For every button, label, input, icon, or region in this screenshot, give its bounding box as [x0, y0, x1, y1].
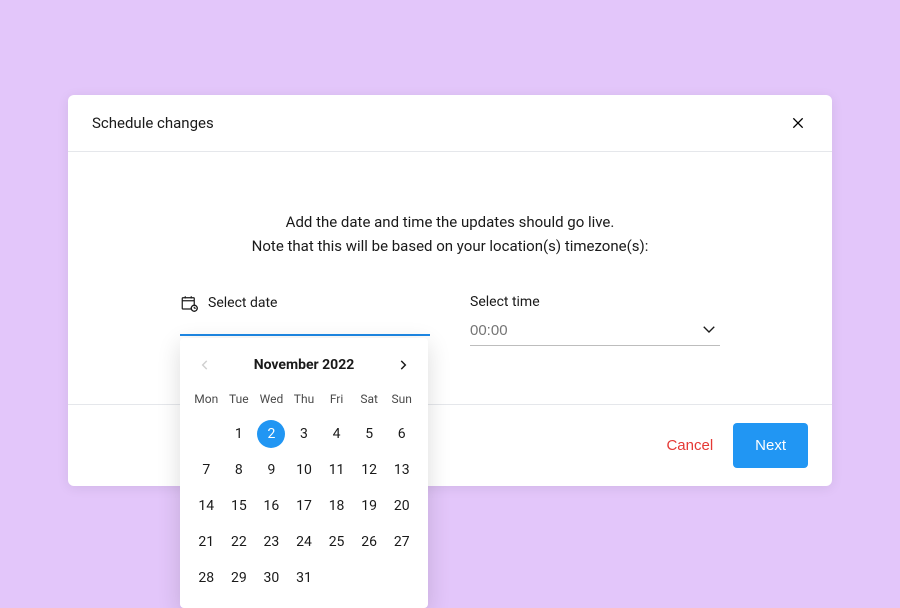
calendar-empty-cell: [192, 420, 220, 448]
calendar-day[interactable]: 28: [192, 564, 220, 592]
modal-body: Add the date and time the updates should…: [68, 152, 832, 404]
calendar-day[interactable]: 6: [388, 420, 416, 448]
calendar-day[interactable]: 30: [257, 564, 285, 592]
calendar-day[interactable]: 27: [388, 528, 416, 556]
calendar-day[interactable]: 26: [355, 528, 383, 556]
calendar-day[interactable]: 12: [355, 456, 383, 484]
calendar-day[interactable]: 13: [388, 456, 416, 484]
calendar-day[interactable]: 4: [323, 420, 351, 448]
calendar-weekday: Fri: [320, 386, 353, 412]
calendar-day[interactable]: 17: [290, 492, 318, 520]
date-input[interactable]: [180, 334, 430, 336]
calendar-weekday: Wed: [255, 386, 288, 412]
time-field: Select time: [470, 294, 720, 346]
time-input-wrapper: [470, 318, 720, 346]
chevron-right-icon: [396, 358, 410, 372]
calendar-weekday: Sun: [385, 386, 418, 412]
calendar-weekday: Thu: [288, 386, 321, 412]
calendar-day[interactable]: 21: [192, 528, 220, 556]
calendar-day[interactable]: 22: [225, 528, 253, 556]
instruction-line-2: Note that this will be based on your loc…: [108, 234, 792, 258]
calendar-header: November 2022: [190, 350, 418, 386]
date-label-row: Select date: [180, 294, 430, 312]
time-input[interactable]: [470, 318, 720, 346]
calendar-next-button[interactable]: [392, 354, 414, 376]
date-label: Select date: [208, 295, 277, 311]
calendar-day[interactable]: 2: [257, 420, 285, 448]
calendar-day[interactable]: 11: [323, 456, 351, 484]
instruction-line-1: Add the date and time the updates should…: [108, 210, 792, 234]
date-field: Select date November 2022 MonTueWedTh: [180, 294, 430, 336]
calendar-day[interactable]: 25: [323, 528, 351, 556]
cancel-button[interactable]: Cancel: [662, 427, 717, 464]
calendar-weekday: Mon: [190, 386, 223, 412]
close-icon: [790, 115, 806, 131]
schedule-changes-modal: Schedule changes Add the date and time t…: [68, 95, 832, 486]
calendar-day[interactable]: 16: [257, 492, 285, 520]
calendar-day[interactable]: 7: [192, 456, 220, 484]
calendar-day[interactable]: 15: [225, 492, 253, 520]
calendar-day[interactable]: 3: [290, 420, 318, 448]
calendar-day[interactable]: 5: [355, 420, 383, 448]
calendar-month-label: November 2022: [254, 357, 355, 373]
calendar-day[interactable]: 20: [388, 492, 416, 520]
calendar-day[interactable]: 10: [290, 456, 318, 484]
calendar-day[interactable]: 24: [290, 528, 318, 556]
modal-header: Schedule changes: [68, 95, 832, 152]
calendar-day[interactable]: 31: [290, 564, 318, 592]
next-button[interactable]: Next: [733, 423, 808, 468]
modal-title: Schedule changes: [92, 114, 214, 132]
calendar-popover: November 2022 MonTueWedThuFriSatSun12345…: [180, 338, 428, 608]
calendar-weekday: Sat: [353, 386, 386, 412]
calendar-day[interactable]: 29: [225, 564, 253, 592]
time-label: Select time: [470, 294, 540, 310]
calendar-day[interactable]: 23: [257, 528, 285, 556]
calendar-day[interactable]: 9: [257, 456, 285, 484]
calendar-day[interactable]: 14: [192, 492, 220, 520]
fields-row: Select date November 2022 MonTueWedTh: [108, 294, 792, 346]
time-label-row: Select time: [470, 294, 720, 310]
calendar-day[interactable]: 8: [225, 456, 253, 484]
calendar-icon: [180, 294, 198, 312]
calendar-prev-button[interactable]: [194, 354, 216, 376]
calendar-day[interactable]: 19: [355, 492, 383, 520]
calendar-day[interactable]: 1: [225, 420, 253, 448]
close-button[interactable]: [788, 113, 808, 133]
chevron-left-icon: [198, 358, 212, 372]
calendar-grid: MonTueWedThuFriSatSun1234567891011121314…: [190, 386, 418, 592]
calendar-day[interactable]: 18: [323, 492, 351, 520]
calendar-weekday: Tue: [223, 386, 256, 412]
